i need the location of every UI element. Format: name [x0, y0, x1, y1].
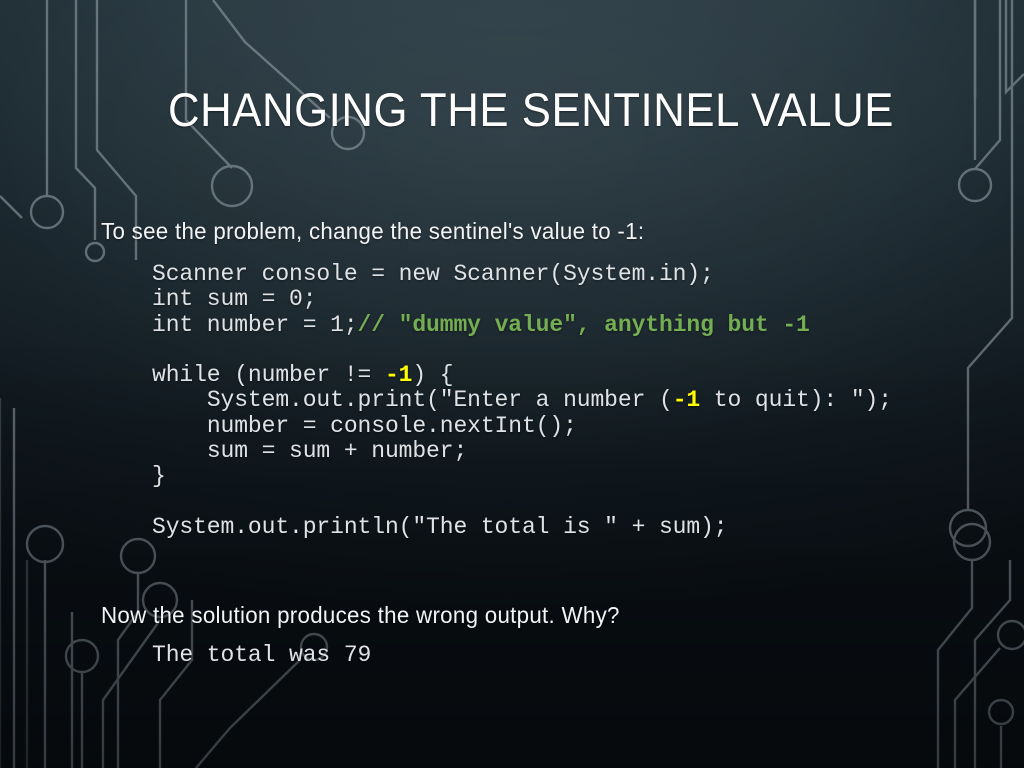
java-code-block: Scanner console = new Scanner(System.in)… — [152, 261, 942, 540]
program-output-line: The total was 79 — [152, 642, 372, 668]
code-print-suffix: to quit): "); — [700, 387, 892, 414]
code-line-accumulate-sum: sum = sum + number; — [152, 438, 468, 465]
code-line-read-number: number = console.nextInt(); — [152, 412, 577, 439]
sentinel-value-prompt: -1 — [672, 387, 701, 414]
code-line-while-condition: while (number != — [152, 362, 385, 389]
code-line-while-suffix: ) { — [412, 362, 454, 389]
code-comment-dummy-value: // "dummy value", anything but -1 — [357, 311, 810, 338]
code-line-print-prompt: System.out.print("Enter a number (-1 to … — [152, 388, 942, 413]
code-line-init-number: int number = 1; — [152, 311, 358, 338]
code-print-prefix: System.out.print("Enter a number ( — [152, 387, 673, 414]
page-title: CHANGING THE SENTINEL VALUE — [168, 83, 894, 136]
code-line-init-sum: int sum = 0; — [152, 286, 317, 313]
code-line-close-brace: } — [152, 463, 166, 490]
sentinel-value-while: -1 — [384, 362, 413, 389]
code-line-println-total: System.out.println("The total is " + sum… — [152, 513, 728, 540]
question-paragraph: Now the solution produces the wrong outp… — [101, 602, 620, 628]
slide-canvas: CHANGING THE SENTINEL VALUE To see the p… — [0, 0, 1024, 768]
code-line-declare-scanner: Scanner console = new Scanner(System.in)… — [152, 261, 714, 287]
lead-paragraph: To see the problem, change the sentinel'… — [101, 218, 645, 244]
